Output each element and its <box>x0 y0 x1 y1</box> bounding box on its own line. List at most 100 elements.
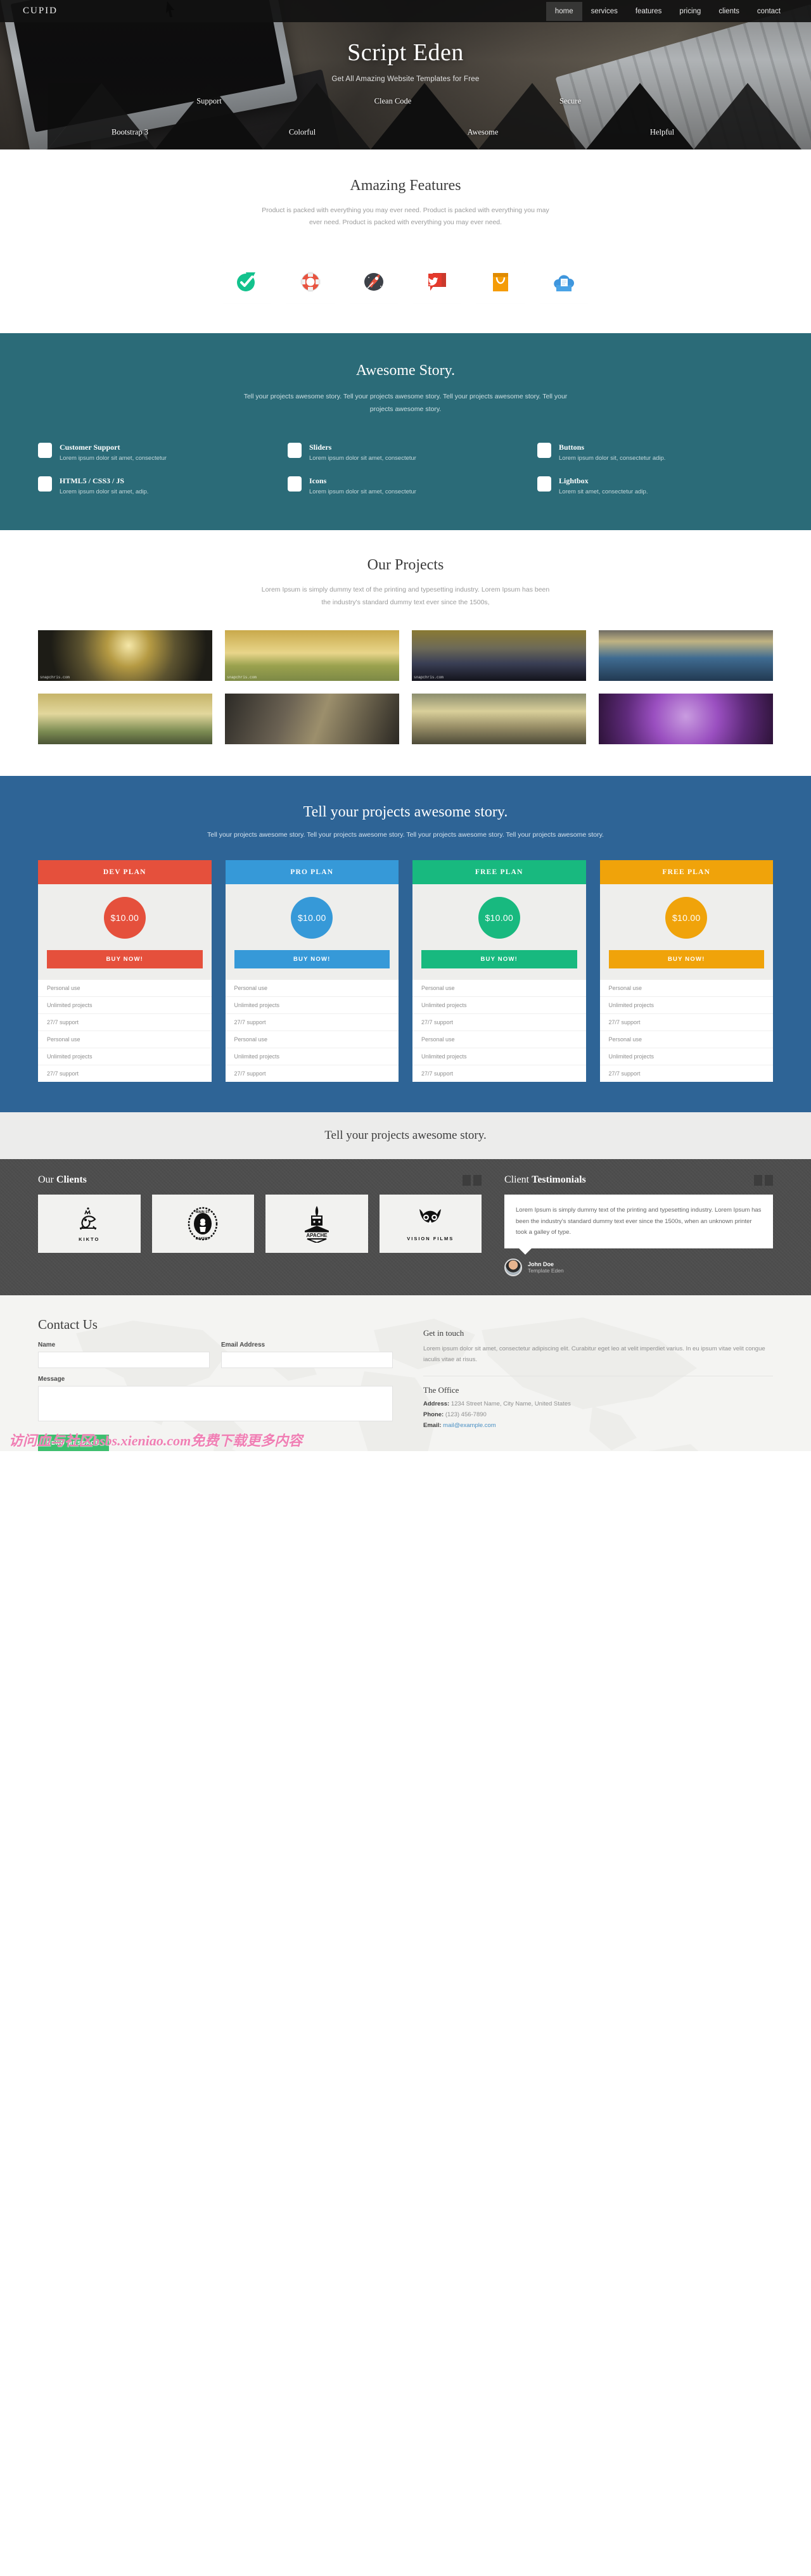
pricing-title: Tell your projects awesome story. <box>303 804 508 821</box>
shopping-bag-icon <box>493 272 508 291</box>
plan-feature: Personal use <box>412 980 586 998</box>
nav-item-home[interactable]: home <box>546 1 582 21</box>
feature-card-rocket[interactable] <box>350 250 398 304</box>
plan-features: Personal use Unlimited projects 27/7 sup… <box>38 980 212 1082</box>
email-link[interactable]: mail@example.com <box>443 1422 496 1429</box>
triangle-label-clean-code: Clean Code <box>374 96 412 106</box>
plan-feature: Unlimited projects <box>38 1048 212 1066</box>
pricing-plans: DEV PLAN $10.00 BUY NOW! Personal use Un… <box>38 860 773 1082</box>
testimonials-column: Client Testimonials Lorem Ipsum is simpl… <box>504 1174 773 1276</box>
project-thumb[interactable]: snapchris.com <box>225 630 399 682</box>
name-input[interactable] <box>38 1351 210 1368</box>
svg-text:MAIN ST: MAIN ST <box>196 1210 210 1214</box>
office-email-line: Email: mail@example.com <box>423 1422 773 1429</box>
story-item: Customer Support Lorem ipsum dolor sit a… <box>38 442 274 462</box>
plan-price: $10.00 <box>103 897 146 939</box>
story-item: Sliders Lorem ipsum dolor sit amet, cons… <box>288 442 523 462</box>
projects-section: Our Projects Lorem Ipsum is simply dummy… <box>0 530 811 777</box>
brand-logo[interactable]: CUPID <box>23 6 58 16</box>
owl-logo-icon <box>419 1209 442 1225</box>
clients-column: Our Clients KIKTO MAIN ST BAKERY APACHE … <box>38 1174 482 1276</box>
triangle-label-helpful: Helpful <box>649 127 675 137</box>
pricing-section: Tell your projects awesome story. Tell y… <box>0 776 811 1113</box>
project-thumb[interactable]: snapchris.com <box>412 630 586 682</box>
twitter-chat-icon <box>428 272 446 291</box>
story-item-desc: Lorem ipsum dolor sit, consectetur adip. <box>559 454 666 462</box>
triangle-labels: Support Clean Code Secure Bootstrap 3 Co… <box>0 83 811 149</box>
client-logo-row: KIKTO MAIN ST BAKERY MAIN STREET BAKERY <box>38 1195 482 1253</box>
features-title: Amazing Features <box>350 177 461 194</box>
hero-content: Script Eden Get All Amazing Website Temp… <box>0 22 811 83</box>
phone-label: Phone: <box>423 1411 444 1418</box>
story-item-title: HTML5 / CSS3 / JS <box>60 476 125 486</box>
plan-feature: Personal use <box>599 1031 773 1049</box>
client-logo-kikto[interactable]: KIKTO <box>38 1195 141 1253</box>
nav-item-clients[interactable]: clients <box>710 2 748 21</box>
project-thumb[interactable] <box>38 694 212 745</box>
bird-logo-icon <box>79 1207 96 1230</box>
feature-card-check[interactable] <box>223 250 271 304</box>
pricing-card-dev: DEV PLAN $10.00 BUY NOW! Personal use Un… <box>38 860 212 1082</box>
main-navbar: CUPID home services features pricing cli… <box>0 0 811 22</box>
project-thumb[interactable] <box>225 694 399 745</box>
message-input[interactable] <box>38 1385 393 1421</box>
clients-next-button[interactable] <box>473 1174 482 1186</box>
plan-feature: Unlimited projects <box>412 1048 586 1066</box>
callout-section: Tell your projects awesome story. <box>0 1112 811 1160</box>
address-value: 1234 Street Name, City Name, United Stat… <box>450 1400 571 1407</box>
plan-feature: 27/7 support <box>412 1014 586 1032</box>
feature-card-cloud[interactable] <box>540 250 588 304</box>
projects-title: Our Projects <box>367 557 444 574</box>
story-item-title: Sliders <box>309 442 332 452</box>
email-label: Email Address <box>221 1341 265 1348</box>
testimonials-prev-button[interactable] <box>754 1174 762 1186</box>
lifebuoy-icon <box>300 271 321 292</box>
project-thumb[interactable]: snapchris.com <box>38 630 212 682</box>
client-logo-bakery[interactable]: MAIN ST BAKERY MAIN STREET BAKERY <box>151 1195 254 1253</box>
plan-feature: Unlimited projects <box>38 997 212 1015</box>
story-section: Awesome Story. Tell your projects awesom… <box>0 333 811 531</box>
features-section: Amazing Features Product is packed with … <box>0 149 811 333</box>
clients-prev-button[interactable] <box>463 1174 471 1186</box>
project-thumb[interactable] <box>412 694 586 745</box>
plan-feature: Personal use <box>225 980 399 998</box>
plan-price: $10.00 <box>665 897 708 939</box>
pricing-card-free-2: FREE PLAN $10.00 BUY NOW! Personal use U… <box>599 860 773 1082</box>
buy-now-button[interactable]: BUY NOW! <box>47 950 203 969</box>
feature-card-shopping-bag[interactable] <box>476 250 525 304</box>
buy-now-button[interactable]: BUY NOW! <box>234 950 390 969</box>
hero-triangle-strip: Support Clean Code Secure Bootstrap 3 Co… <box>0 83 811 149</box>
testimonials-next-button[interactable] <box>765 1174 773 1186</box>
feature-card-lifebuoy[interactable] <box>286 250 335 304</box>
project-watermark: snapchris.com <box>414 675 444 680</box>
project-thumb[interactable] <box>599 694 773 745</box>
triangle-label-colorful: Colorful <box>288 127 316 137</box>
nav-item-services[interactable]: services <box>582 2 627 21</box>
plan-features: Personal use Unlimited projects 27/7 sup… <box>225 980 399 1082</box>
nav-item-pricing[interactable]: pricing <box>670 2 710 21</box>
plan-name: FREE PLAN <box>412 860 586 885</box>
contact-section: Contact Us Name Email Address Message SE… <box>0 1295 811 1451</box>
clients-heading-light: Our <box>38 1174 56 1186</box>
client-logo-vision-films[interactable]: VISION FILMS <box>379 1195 482 1253</box>
story-item-desc: Lorem sit amet, consectetur adip. <box>559 488 648 496</box>
feature-card-twitter[interactable] <box>413 250 461 304</box>
plan-feature: Unlimited projects <box>599 1048 773 1066</box>
office-title: The Office <box>423 1385 459 1395</box>
project-thumb[interactable] <box>599 630 773 682</box>
projects-gallery: snapchris.com snapchris.com snapchris.co… <box>38 630 773 745</box>
client-logo-apache-closet[interactable]: APACHE APACHE CLOSET <box>265 1195 368 1253</box>
email-input[interactable] <box>221 1351 393 1368</box>
story-item: Icons Lorem ipsum dolor sit amet, consec… <box>288 476 523 496</box>
story-subtitle: Tell your projects awesome story. Tell y… <box>243 392 568 413</box>
story-item-title: Lightbox <box>559 476 589 486</box>
plan-features: Personal use Unlimited projects 27/7 sup… <box>599 980 773 1082</box>
buy-now-button[interactable]: BUY NOW! <box>421 950 577 969</box>
plan-body: $10.00 BUY NOW! <box>38 884 212 980</box>
nav-item-features[interactable]: features <box>627 2 671 21</box>
story-item-title: Customer Support <box>60 442 120 452</box>
buy-now-button[interactable]: BUY NOW! <box>608 950 764 969</box>
plan-body: $10.00 BUY NOW! <box>225 884 399 980</box>
nav-item-contact[interactable]: contact <box>748 2 789 21</box>
plan-feature: 27/7 support <box>234 1070 266 1077</box>
